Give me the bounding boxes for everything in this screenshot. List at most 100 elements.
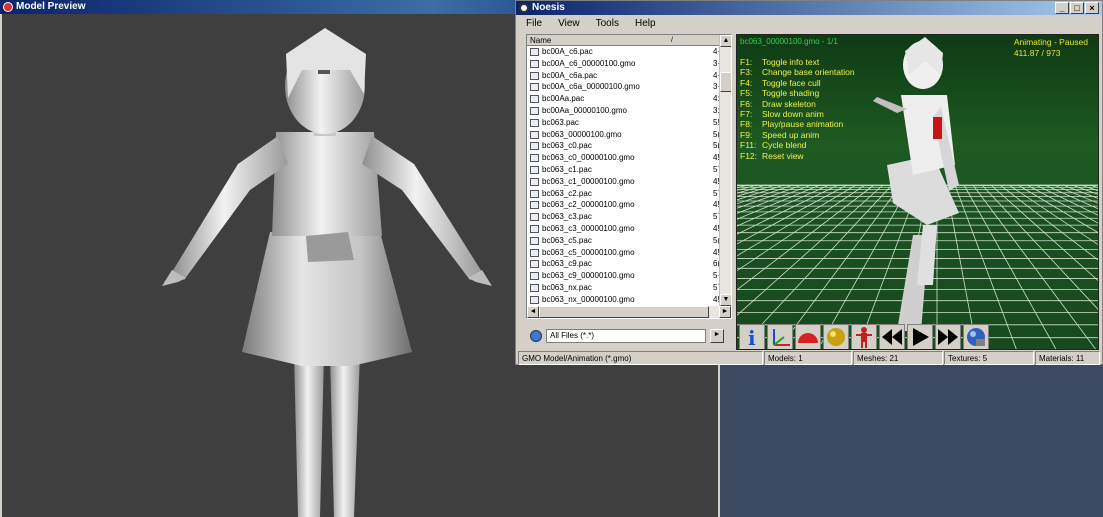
file-icon	[530, 177, 539, 186]
fast-forward-icon	[938, 328, 958, 345]
file-icon	[530, 213, 539, 222]
play-button[interactable]	[907, 323, 933, 349]
menu-file[interactable]: File	[516, 15, 548, 32]
axes-button[interactable]	[767, 323, 793, 349]
app-icon	[3, 2, 13, 12]
animation-status: Animating - Paused 411.87 / 973	[1014, 37, 1088, 59]
file-icon	[530, 106, 539, 115]
scroll-up-button[interactable]: ▲	[720, 35, 731, 47]
file-icon	[530, 236, 539, 245]
rewind-icon	[882, 328, 902, 345]
fast-forward-button[interactable]	[935, 323, 961, 349]
file-list-item[interactable]: bc063_c9_00000100.gmo 5·	[527, 270, 720, 282]
key-description: Slow down anim	[762, 108, 824, 119]
file-name: bc00Aa.pac	[542, 94, 585, 104]
horizontal-scrollbar[interactable]: ◄ ►	[527, 306, 731, 318]
rewind-button[interactable]	[879, 323, 905, 349]
file-list-item[interactable]: bc063_00000100.gmo 5(	[527, 129, 720, 141]
file-list-item[interactable]: bc063_c1.pac 5`	[527, 164, 720, 176]
file-list-item[interactable]: bc063_c2_00000100.gmo 4!	[527, 199, 720, 211]
column-header-name[interactable]: Name /	[527, 35, 719, 46]
file-name: bc063_c3_00000100.gmo	[542, 223, 635, 233]
file-list-item[interactable]: bc063_c0_00000100.gmo 4!	[527, 152, 720, 164]
skeleton-icon	[856, 326, 872, 348]
globe-button[interactable]	[963, 323, 989, 349]
file-list-item[interactable]: bc063_c3.pac 5`	[527, 211, 720, 223]
animation-frame: 411.87 / 973	[1013, 48, 1061, 58]
key-description: Play/pause animation	[762, 119, 844, 130]
menu-help[interactable]: Help	[625, 15, 662, 32]
file-list-item[interactable]: bc063_c5.pac 5(	[527, 235, 720, 247]
grid-line	[999, 184, 1098, 261]
file-icon	[530, 295, 539, 304]
gold-sphere-icon	[827, 327, 845, 346]
file-icon	[530, 142, 539, 151]
file-name: bc063_c0_00000100.gmo	[542, 153, 635, 163]
horizontal-scroll-thumb[interactable]	[539, 306, 709, 318]
status-format: GMO Model/Animation (*.gmo)	[518, 351, 763, 365]
scroll-left-button[interactable]: ◄	[527, 306, 539, 318]
file-list-item[interactable]: bc063.pac 5!	[527, 117, 720, 129]
file-icon	[530, 48, 539, 56]
file-list-item[interactable]: bc00A_c6a_00000100.gmo 3·	[527, 81, 720, 93]
key-description: Change base orientation	[762, 67, 855, 78]
menu-view[interactable]: View	[548, 15, 586, 32]
file-list-item[interactable]: bc00Aa_00000100.gmo 3:	[527, 105, 720, 117]
material-button[interactable]	[823, 323, 849, 349]
file-list-item[interactable]: bc00A_c6_00000100.gmo 3·	[527, 58, 720, 70]
red-armband	[933, 117, 942, 139]
file-list-item[interactable]: bc063_c5_00000100.gmo 4!	[527, 247, 720, 259]
info-button[interactable]: i	[739, 323, 765, 350]
scroll-right-button[interactable]: ►	[719, 306, 731, 318]
vertical-scrollbar[interactable]: ▲ ▼	[719, 35, 731, 306]
file-name: bc063_c2.pac	[542, 188, 592, 198]
file-list-item[interactable]: bc063_c0.pac 5(	[527, 140, 720, 152]
key-description: Toggle shading	[762, 88, 820, 99]
file-list-item[interactable]: bc00A_c6a.pac 4·	[527, 70, 720, 82]
file-rows: bc00A_c6.pac 4· bc00A_c6_00000100.gmo 3· bc0…	[527, 46, 720, 306]
scroll-thumb[interactable]	[720, 72, 731, 92]
key-label: F11:	[740, 140, 757, 151]
minimize-button[interactable]: _	[1055, 2, 1069, 14]
file-list-item[interactable]: bc063_nx_00000100.gmo 4!	[527, 294, 720, 306]
scroll-down-button[interactable]: ▼	[720, 294, 731, 306]
status-materials: Materials: 11	[1035, 351, 1100, 365]
file-list-item[interactable]: bc063_c1_00000100.gmo 4!	[527, 176, 720, 188]
key-label: F12:	[740, 150, 758, 161]
grid-line	[1044, 184, 1098, 210]
file-list[interactable]: Name / bc00A_c6.pac 4· bc00A_c6_00000100.g…	[526, 34, 732, 319]
file-icon	[530, 83, 539, 92]
file-list-item[interactable]: bc063_nx.pac 5`	[527, 282, 720, 294]
info-icon: i	[748, 326, 756, 350]
filter-select[interactable]: All Files (*.*)	[546, 329, 706, 343]
file-icon	[530, 224, 539, 233]
file-name: bc00Aa_00000100.gmo	[542, 105, 627, 115]
refresh-icon[interactable]	[530, 330, 542, 342]
file-list-item[interactable]: bc00Aa.pac 4:	[527, 93, 720, 105]
status-textures: Textures: 5	[944, 351, 1034, 365]
noesis-title-bar[interactable]: Noesis _ □ ×	[516, 1, 1102, 15]
filter-dropdown-button[interactable]: ►	[710, 329, 724, 343]
file-name: bc063.pac	[542, 117, 579, 127]
key-label: F7:	[740, 108, 753, 119]
menu-tools[interactable]: Tools	[586, 15, 625, 32]
shading-button[interactable]	[795, 323, 821, 349]
file-name: bc063_nx.pac	[542, 282, 592, 292]
key-description: Draw skeleton	[762, 98, 816, 109]
file-icon	[530, 189, 539, 198]
maximize-button[interactable]: □	[1070, 2, 1084, 14]
globe-icon	[967, 327, 985, 346]
close-button[interactable]: ×	[1085, 2, 1099, 14]
viewport-toolbar: i	[737, 322, 989, 350]
file-list-item[interactable]: bc063_c2.pac 5`	[527, 188, 720, 200]
file-filter: All Files (*.*) ►	[526, 326, 732, 346]
key-description: Toggle face cull	[762, 77, 821, 88]
key-description: Cycle blend	[762, 140, 807, 151]
3d-viewport[interactable]: bc063_00000100.gmo - 1/1 Animating - Pau…	[736, 34, 1099, 350]
file-list-item[interactable]: bc00A_c6.pac 4·	[527, 46, 720, 58]
skeleton-button[interactable]	[851, 323, 877, 349]
file-icon	[530, 59, 539, 68]
file-list-item[interactable]: bc063_c3_00000100.gmo 4!	[527, 223, 720, 235]
file-list-item[interactable]: bc063_c9.pac 6(	[527, 258, 720, 270]
file-name: bc063_c9.pac	[542, 259, 592, 269]
